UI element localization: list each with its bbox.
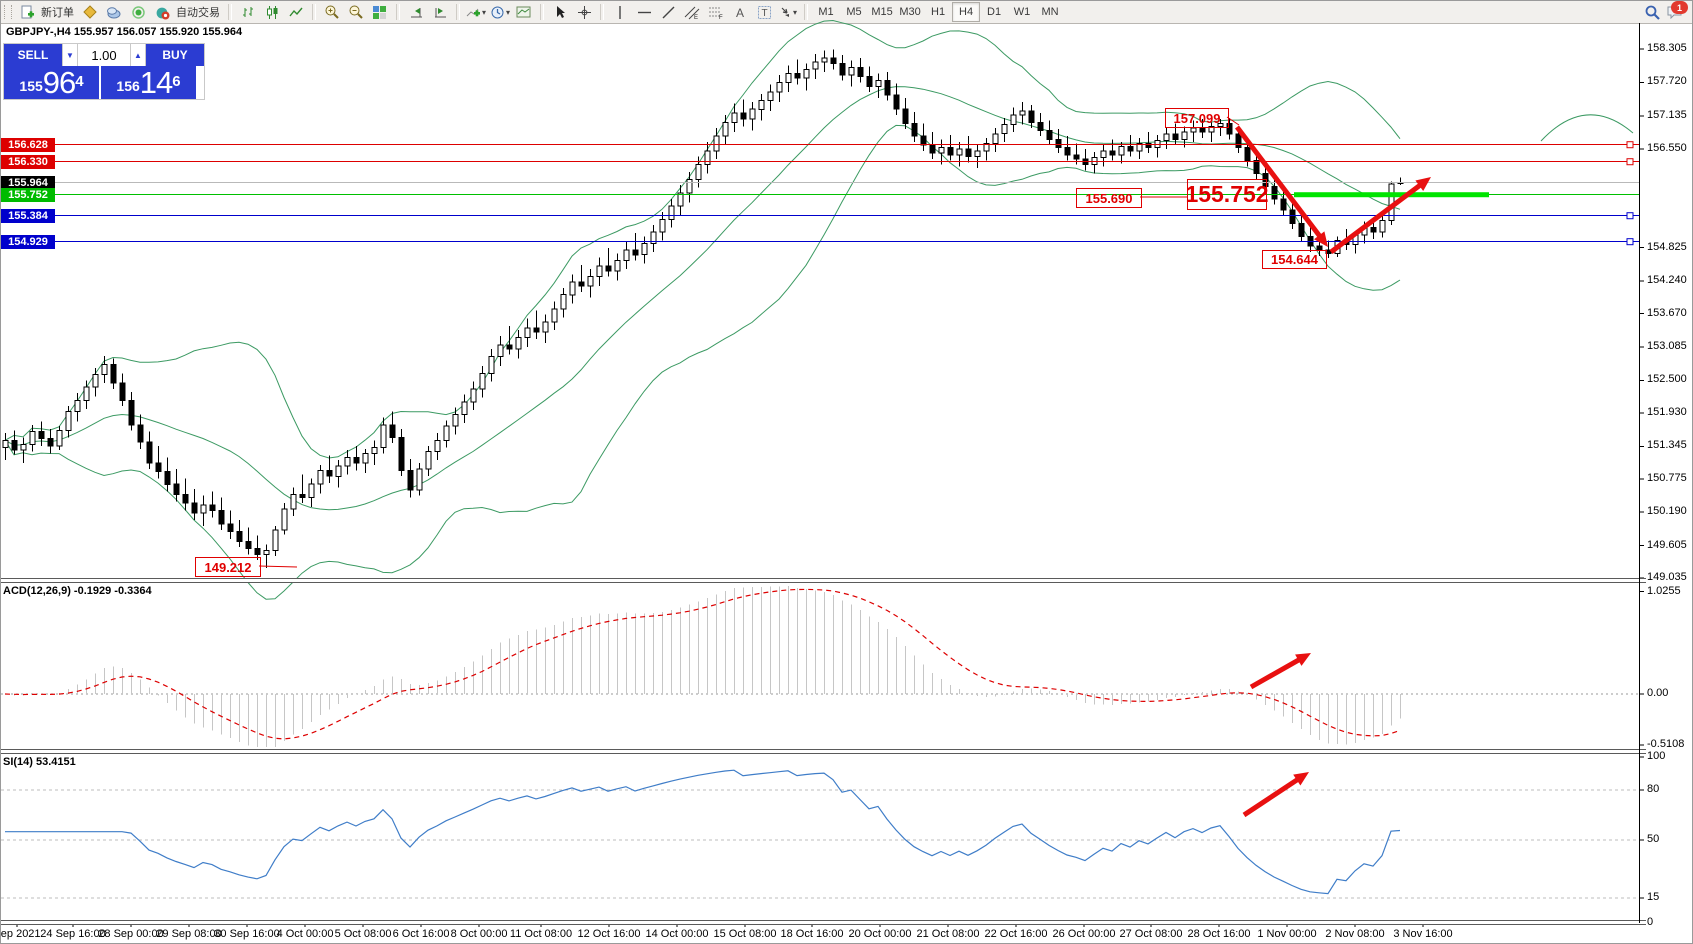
rsi-tick-label: 100 bbox=[1647, 750, 1666, 762]
axis-ticks bbox=[16, 48, 1644, 927]
macd-tick-label: 0.00 bbox=[1647, 687, 1669, 699]
price-tick-label: 150.190 bbox=[1647, 505, 1687, 518]
volume-decrease[interactable]: ▼ bbox=[62, 44, 78, 66]
annotation-149.212[interactable]: 149.212 bbox=[195, 557, 261, 577]
pane-separator[interactable] bbox=[1, 749, 1646, 754]
macd-pane bbox=[1, 586, 1639, 747]
axis-separator bbox=[1, 920, 1646, 925]
price-tick-label: 153.670 bbox=[1647, 306, 1687, 319]
axis-date-label: 21 Oct 08:00 bbox=[916, 928, 980, 940]
price-tick-label: 151.345 bbox=[1647, 439, 1687, 452]
axis-date-label: 4 Oct 00:00 bbox=[276, 928, 334, 940]
bollinger-bands bbox=[4, 19, 1634, 600]
axis-date-label: 12 Oct 16:00 bbox=[577, 928, 641, 940]
axis-date-label: 11 Oct 08:00 bbox=[509, 928, 573, 940]
axis-date-label: 2 Nov 08:00 bbox=[1325, 928, 1385, 940]
volume-increase[interactable]: ▲ bbox=[130, 44, 146, 66]
axis-date-label: 20 Oct 00:00 bbox=[848, 928, 912, 940]
buy-button[interactable]: BUY bbox=[146, 44, 204, 66]
buy-price[interactable]: 156 14 6 bbox=[101, 66, 196, 99]
chart-plot[interactable] bbox=[1, 1, 1693, 944]
price-badge: 156.628 bbox=[1, 137, 55, 152]
price-tick-label: 153.085 bbox=[1647, 339, 1687, 352]
axis-date-label: 3 Nov 16:00 bbox=[1393, 928, 1453, 940]
axis-date-label: 5 Oct 08:00 bbox=[334, 928, 392, 940]
price-tick-label: 157.720 bbox=[1647, 75, 1687, 88]
axis-date-label: 27 Oct 08:00 bbox=[1119, 928, 1183, 940]
pane-separator[interactable] bbox=[1, 578, 1646, 583]
green-arc-object bbox=[1540, 114, 1634, 142]
price-tick-label: 149.035 bbox=[1647, 571, 1687, 584]
annotation-155.752[interactable]: 155.752 bbox=[1185, 179, 1269, 210]
axis-date-label: 22 Oct 16:00 bbox=[984, 928, 1048, 940]
price-level-lines bbox=[1, 141, 1639, 246]
axis-date-label: 30 Sep 16:00 bbox=[214, 928, 280, 940]
axis-date-label: 26 Oct 00:00 bbox=[1052, 928, 1116, 940]
price-badge: 155.752 bbox=[1, 187, 55, 202]
buy-price-prefix: 156 bbox=[116, 78, 140, 94]
rsi-tick-label: 0 bbox=[1647, 916, 1654, 928]
rsi-pane bbox=[1, 769, 1639, 899]
axis-date-label: 6 Oct 16:00 bbox=[392, 928, 450, 940]
buy-price-sup: 6 bbox=[172, 73, 181, 90]
one-click-trading-panel: SELL ▼ ▲ BUY 155964 156146 bbox=[3, 43, 205, 100]
rsi-tick-label: 80 bbox=[1647, 783, 1660, 796]
price-tick-label: 152.500 bbox=[1647, 373, 1687, 386]
axis-date-label: 28 Oct 16:00 bbox=[1187, 928, 1251, 940]
axis-date-label: 14 Oct 00:00 bbox=[645, 928, 709, 940]
macd-tick-label: 1.0255 bbox=[1647, 584, 1681, 597]
price-tick-label: 149.605 bbox=[1647, 538, 1687, 551]
sell-price-sup: 4 bbox=[75, 73, 84, 90]
axis-date-label: Sep 2021 bbox=[0, 928, 41, 940]
price-tick-label: 154.240 bbox=[1647, 274, 1687, 287]
sell-price-main: 96 bbox=[42, 65, 76, 100]
price-tick-label: 158.305 bbox=[1647, 42, 1687, 54]
axis-date-label: 8 Oct 00:00 bbox=[450, 928, 508, 940]
sell-button[interactable]: SELL bbox=[4, 44, 62, 66]
price-tick-label: 156.550 bbox=[1647, 142, 1687, 155]
price-badge: 155.384 bbox=[1, 208, 55, 223]
trend-arrows bbox=[258, 116, 1431, 818]
rsi-tick-label: 15 bbox=[1647, 891, 1660, 904]
mt4-window: 新订单 自动交易 ▾ ▾ E F A T ▾ M1 M5 M15 M30 H1 … bbox=[0, 0, 1693, 944]
axis-date-label: 29 Sep 08:00 bbox=[156, 928, 222, 940]
annotation-155.690[interactable]: 155.690 bbox=[1076, 188, 1142, 208]
axis-date-label: 18 Oct 16:00 bbox=[780, 928, 844, 940]
axis-date-label: 1 Nov 00:00 bbox=[1257, 928, 1317, 940]
sell-price-prefix: 155 bbox=[19, 78, 43, 94]
rsi-indicator-label: SI(14) 53.4151 bbox=[3, 756, 76, 768]
price-tick-label: 151.930 bbox=[1647, 405, 1687, 418]
rsi-tick-label: 50 bbox=[1647, 833, 1660, 845]
sell-price[interactable]: 155 96 4 bbox=[4, 66, 99, 99]
symbol-info: GBPJPY-,H4 155.957 156.057 155.920 155.9… bbox=[6, 26, 243, 38]
buy-price-main: 14 bbox=[139, 65, 173, 100]
volume-input[interactable] bbox=[78, 44, 130, 66]
thick-green-level bbox=[1294, 192, 1489, 198]
price-badge: 156.330 bbox=[1, 154, 55, 169]
price-badge: 154.929 bbox=[1, 234, 55, 249]
price-tick-label: 157.135 bbox=[1647, 108, 1687, 121]
price-tick-label: 150.775 bbox=[1647, 471, 1687, 484]
price-axis-border bbox=[1639, 23, 1640, 923]
annotation-154.644[interactable]: 154.644 bbox=[1262, 250, 1327, 269]
macd-indicator-label: ACD(12,26,9) -0.1929 -0.3364 bbox=[3, 585, 152, 597]
axis-date-label: 15 Oct 08:00 bbox=[713, 928, 777, 940]
macd-tick-label: -0.5108 bbox=[1647, 738, 1685, 750]
axis-date-label: 28 Sep 00:00 bbox=[98, 928, 164, 940]
axis-date-label: 24 Sep 16:00 bbox=[40, 928, 106, 940]
annotation-157.099[interactable]: 157.099 bbox=[1165, 108, 1229, 128]
price-tick-label: 154.825 bbox=[1647, 240, 1687, 253]
